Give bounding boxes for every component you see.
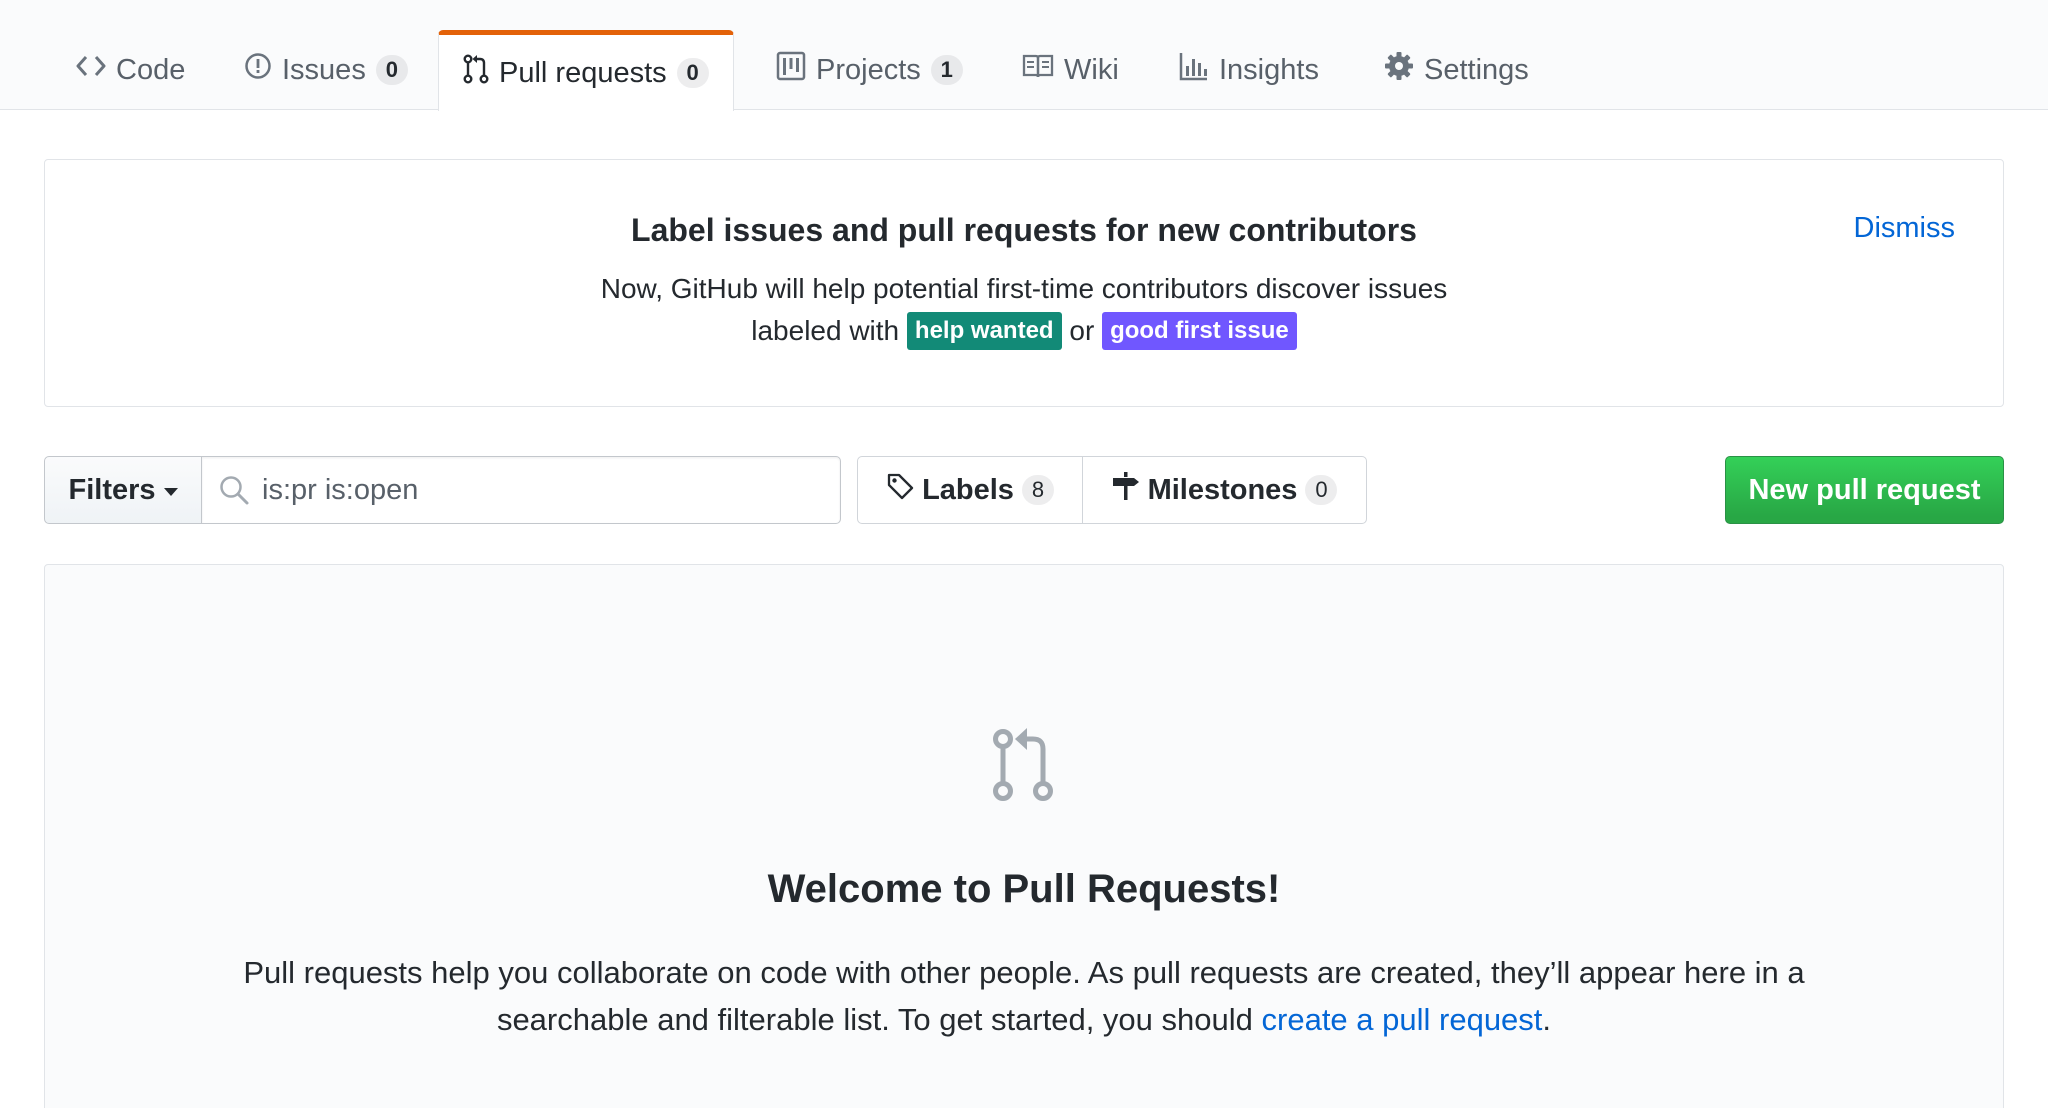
new-contributors-banner: Label issues and pull requests for new c… [44, 159, 2004, 407]
tab-label: Wiki [1064, 53, 1119, 86]
milestone-icon [1112, 471, 1140, 509]
banner-text-prefix: labeled with [751, 315, 900, 346]
project-icon [776, 51, 806, 89]
tab-projects[interactable]: Projects 1 [752, 30, 987, 110]
filters-label: Filters [68, 473, 156, 506]
tab-wiki[interactable]: Wiki [998, 30, 1143, 110]
labels-label: Labels [922, 473, 1014, 506]
banner-or-text: or [1069, 315, 1095, 346]
tab-insights[interactable]: Insights [1155, 30, 1343, 110]
new-pull-request-button[interactable]: New pull request [1725, 456, 2004, 524]
pull-requests-blankslate: Welcome to Pull Requests! Pull requests … [44, 564, 2004, 1108]
milestones-label: Milestones [1147, 473, 1298, 506]
blankslate-description: Pull requests help you collaborate on co… [185, 949, 1863, 1043]
milestones-button[interactable]: Milestones 0 [1083, 457, 1366, 523]
search-field[interactable] [201, 456, 841, 524]
help-wanted-label[interactable]: help wanted [906, 311, 1062, 350]
tab-label: Insights [1219, 53, 1319, 86]
tab-label: Pull requests [499, 56, 667, 89]
tab-label: Issues [282, 53, 366, 86]
git-pull-request-icon [463, 54, 489, 92]
pull-requests-count: 0 [676, 58, 709, 88]
repo-nav-tabs: Code Issues 0 Pull requests 0 Projects 1… [0, 0, 2048, 111]
tab-pull-requests[interactable]: Pull requests 0 [438, 30, 734, 111]
labels-count: 8 [1021, 475, 1054, 505]
issues-count: 0 [375, 55, 408, 85]
banner-description: Now, GitHub will help potential first-ti… [45, 268, 2003, 352]
search-icon [218, 474, 250, 511]
banner-text-line1: Now, GitHub will help potential first-ti… [600, 273, 1448, 304]
gear-icon [1384, 51, 1414, 89]
create-pull-request-link[interactable]: create a pull request [1262, 1002, 1543, 1037]
labels-button[interactable]: Labels 8 [858, 457, 1083, 523]
code-icon [76, 53, 106, 87]
search-input[interactable] [262, 457, 822, 523]
tab-label: Projects [816, 53, 921, 86]
labels-milestones-group: Labels 8 Milestones 0 [857, 456, 1367, 524]
book-icon [1022, 53, 1054, 87]
blankslate-text: Pull requests help you collaborate on co… [243, 955, 1805, 1037]
tab-issues[interactable]: Issues 0 [220, 30, 432, 110]
filters-dropdown-button[interactable]: Filters [44, 456, 202, 524]
tab-label: Settings [1424, 53, 1529, 86]
blankslate-suffix: . [1542, 1002, 1552, 1037]
issue-opened-icon [244, 52, 272, 88]
milestones-count: 0 [1305, 475, 1338, 505]
dismiss-button[interactable]: Dismiss [1854, 212, 1956, 245]
good-first-issue-label[interactable]: good first issue [1102, 311, 1297, 350]
graph-icon [1179, 51, 1209, 89]
banner-title: Label issues and pull requests for new c… [631, 212, 1417, 248]
tab-code[interactable]: Code [52, 30, 209, 110]
banner-text-line2: labeled with help wanted or good first i… [45, 310, 2003, 352]
git-pull-request-large-icon [991, 725, 1055, 810]
blankslate-title: Welcome to Pull Requests! [767, 867, 1281, 911]
tag-icon [886, 472, 914, 508]
caret-down-icon [163, 487, 178, 496]
tab-settings[interactable]: Settings [1360, 30, 1553, 110]
tab-label: Code [116, 53, 186, 86]
projects-count: 1 [930, 55, 963, 85]
